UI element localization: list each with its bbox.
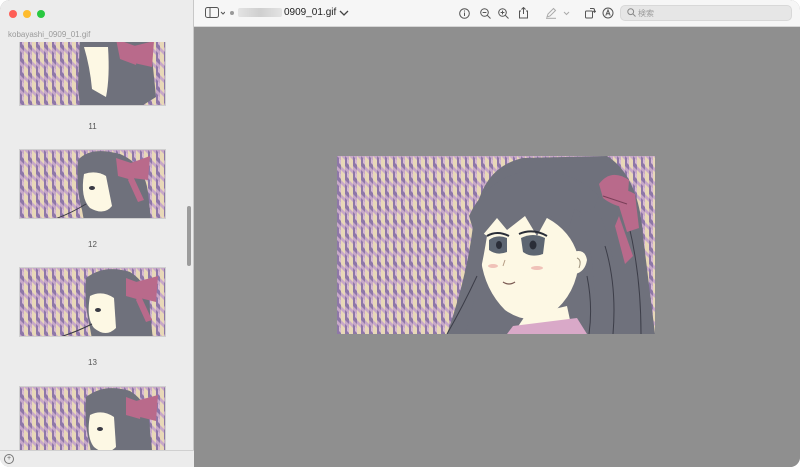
- document-icon: [230, 10, 234, 15]
- zoom-out-button[interactable]: [478, 6, 492, 20]
- thumbnail-page-14[interactable]: [19, 386, 166, 450]
- chevron-down-icon: [339, 10, 349, 16]
- search-input[interactable]: [638, 7, 788, 19]
- window-controls: [9, 10, 45, 18]
- rotate-icon: [585, 8, 596, 19]
- sidebar-scrollbar[interactable]: [187, 206, 191, 266]
- redacted-text: [238, 8, 282, 17]
- search-field[interactable]: [620, 5, 792, 21]
- minimize-window-button[interactable]: [23, 10, 31, 18]
- info-icon: [458, 7, 470, 19]
- sidebar-document-title: kobayashi_0909_01.gif: [8, 30, 91, 39]
- share-icon: [518, 7, 528, 19]
- thumbnail-label: 12: [88, 240, 97, 249]
- chevron-down-icon: [563, 11, 569, 15]
- zoom-window-button[interactable]: [37, 10, 45, 18]
- annotate-button[interactable]: [601, 6, 615, 20]
- zoom-in-icon: [497, 7, 509, 19]
- info-button[interactable]: [457, 6, 471, 20]
- document-canvas[interactable]: [194, 27, 800, 467]
- anime-girl-illustration: [337, 156, 655, 334]
- annotate-icon: [602, 7, 614, 19]
- markup-menu-button[interactable]: [562, 6, 570, 20]
- document-title-text: 0909_01.gif: [284, 7, 337, 18]
- thumbnail-page-11[interactable]: [19, 42, 166, 106]
- zoom-in-button[interactable]: [496, 6, 510, 20]
- markup-button[interactable]: [544, 6, 558, 20]
- rotate-button[interactable]: [583, 6, 597, 20]
- sidebar-footer: +: [0, 450, 194, 467]
- thumbnail-page-13[interactable]: [19, 267, 166, 337]
- markup-pen-icon: [546, 7, 557, 19]
- preview-window: kobayashi_0909_01.gif 11 12 13 + 0909_01…: [0, 0, 800, 467]
- search-icon: [627, 8, 636, 19]
- share-button[interactable]: [516, 6, 530, 20]
- thumbnail-image: [20, 268, 165, 336]
- thumbnail-label: 11: [88, 122, 97, 131]
- document-title[interactable]: 0909_01.gif: [230, 7, 349, 18]
- sidebar-toggle-icon: [205, 7, 225, 18]
- thumbnail-image: [20, 42, 165, 105]
- sidebar: kobayashi_0909_01.gif 11 12 13 +: [0, 0, 194, 467]
- sidebar-toggle-button[interactable]: [204, 6, 226, 20]
- thumbnail-label: 13: [88, 358, 97, 367]
- thumbnail-page-12[interactable]: [19, 149, 166, 219]
- main-image[interactable]: [337, 156, 655, 334]
- close-window-button[interactable]: [9, 10, 17, 18]
- zoom-out-icon: [479, 7, 491, 19]
- toolbar: 0909_01.gif: [194, 0, 800, 27]
- thumbnail-list[interactable]: 11 12 13: [0, 42, 186, 450]
- add-page-icon[interactable]: +: [4, 454, 14, 464]
- thumbnail-image: [20, 150, 165, 218]
- thumbnail-image: [20, 387, 165, 450]
